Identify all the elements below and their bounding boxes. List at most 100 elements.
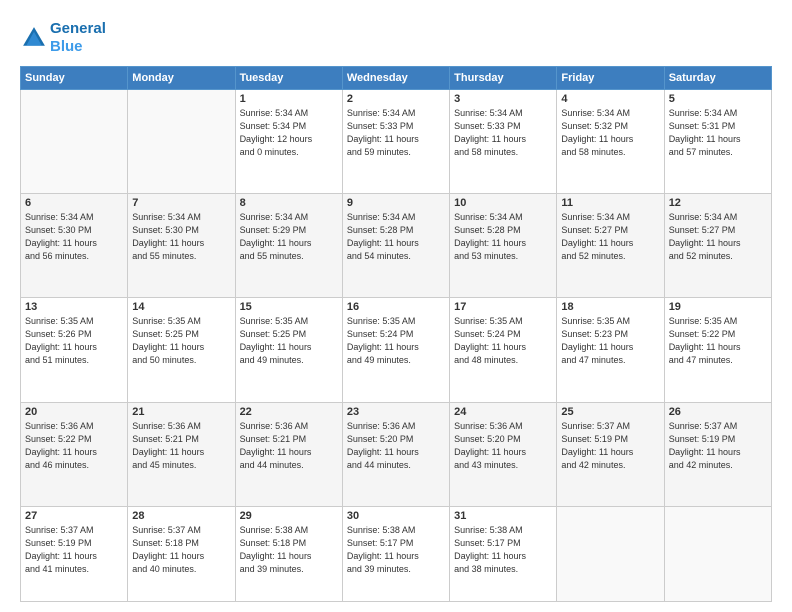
calendar-cell: 23 Sunrise: 5:36 AM Sunset: 5:20 PM Dayli… [342,402,449,506]
calendar-week-row: 13 Sunrise: 5:35 AM Sunset: 5:26 PM Dayli… [21,298,772,402]
day-number: 29 [240,510,338,522]
day-info: Sunrise: 5:34 AM Sunset: 5:28 PM Dayligh… [347,211,445,263]
day-info: Sunrise: 5:36 AM Sunset: 5:21 PM Dayligh… [132,420,230,472]
day-number: 3 [454,93,552,105]
page: General Blue SundayMondayTuesdayWednesda… [0,0,792,612]
calendar-cell: 30 Sunrise: 5:38 AM Sunset: 5:17 PM Dayli… [342,506,449,601]
calendar-cell: 10 Sunrise: 5:34 AM Sunset: 5:28 PM Dayli… [450,194,557,298]
day-info: Sunrise: 5:34 AM Sunset: 5:29 PM Dayligh… [240,211,338,263]
calendar-table: SundayMondayTuesdayWednesdayThursdayFrid… [20,66,772,602]
day-number: 22 [240,406,338,418]
col-header-wednesday: Wednesday [342,67,449,90]
calendar-cell [128,90,235,194]
calendar-cell: 8 Sunrise: 5:34 AM Sunset: 5:29 PM Daylig… [235,194,342,298]
day-number: 30 [347,510,445,522]
calendar-cell [21,90,128,194]
day-info: Sunrise: 5:35 AM Sunset: 5:24 PM Dayligh… [454,315,552,367]
day-number: 10 [454,197,552,209]
day-number: 12 [669,197,767,209]
day-number: 25 [561,406,659,418]
calendar-cell: 18 Sunrise: 5:35 AM Sunset: 5:23 PM Dayli… [557,298,664,402]
day-number: 6 [25,197,123,209]
day-number: 18 [561,301,659,313]
day-info: Sunrise: 5:34 AM Sunset: 5:27 PM Dayligh… [561,211,659,263]
day-number: 19 [669,301,767,313]
calendar-cell: 1 Sunrise: 5:34 AM Sunset: 5:34 PM Daylig… [235,90,342,194]
calendar-week-row: 1 Sunrise: 5:34 AM Sunset: 5:34 PM Daylig… [21,90,772,194]
day-info: Sunrise: 5:34 AM Sunset: 5:28 PM Dayligh… [454,211,552,263]
day-info: Sunrise: 5:36 AM Sunset: 5:20 PM Dayligh… [454,420,552,472]
calendar-cell [557,506,664,601]
calendar-week-row: 20 Sunrise: 5:36 AM Sunset: 5:22 PM Dayli… [21,402,772,506]
day-info: Sunrise: 5:38 AM Sunset: 5:17 PM Dayligh… [454,524,552,576]
day-info: Sunrise: 5:34 AM Sunset: 5:31 PM Dayligh… [669,107,767,159]
calendar-cell: 4 Sunrise: 5:34 AM Sunset: 5:32 PM Daylig… [557,90,664,194]
day-number: 15 [240,301,338,313]
day-info: Sunrise: 5:37 AM Sunset: 5:18 PM Dayligh… [132,524,230,576]
day-number: 23 [347,406,445,418]
day-number: 13 [25,301,123,313]
day-number: 27 [25,510,123,522]
day-info: Sunrise: 5:35 AM Sunset: 5:25 PM Dayligh… [132,315,230,367]
day-info: Sunrise: 5:34 AM Sunset: 5:32 PM Dayligh… [561,107,659,159]
calendar-cell: 31 Sunrise: 5:38 AM Sunset: 5:17 PM Dayli… [450,506,557,601]
day-number: 31 [454,510,552,522]
calendar-cell: 3 Sunrise: 5:34 AM Sunset: 5:33 PM Daylig… [450,90,557,194]
logo: General Blue [20,20,106,56]
day-number: 26 [669,406,767,418]
day-number: 28 [132,510,230,522]
calendar-cell: 2 Sunrise: 5:34 AM Sunset: 5:33 PM Daylig… [342,90,449,194]
calendar-cell: 6 Sunrise: 5:34 AM Sunset: 5:30 PM Daylig… [21,194,128,298]
day-info: Sunrise: 5:34 AM Sunset: 5:30 PM Dayligh… [25,211,123,263]
day-info: Sunrise: 5:35 AM Sunset: 5:23 PM Dayligh… [561,315,659,367]
day-number: 24 [454,406,552,418]
day-info: Sunrise: 5:38 AM Sunset: 5:17 PM Dayligh… [347,524,445,576]
calendar-cell: 26 Sunrise: 5:37 AM Sunset: 5:19 PM Dayli… [664,402,771,506]
day-info: Sunrise: 5:34 AM Sunset: 5:34 PM Dayligh… [240,107,338,159]
day-number: 16 [347,301,445,313]
calendar-cell: 11 Sunrise: 5:34 AM Sunset: 5:27 PM Dayli… [557,194,664,298]
day-number: 1 [240,93,338,105]
calendar-cell: 29Sunrise: 5:38 AM Sunset: 5:18 PM Dayli… [235,506,342,601]
calendar-cell: 27Sunrise: 5:37 AM Sunset: 5:19 PM Dayli… [21,506,128,601]
logo-icon [20,24,48,52]
day-info: Sunrise: 5:36 AM Sunset: 5:20 PM Dayligh… [347,420,445,472]
day-number: 20 [25,406,123,418]
calendar-cell [664,506,771,601]
col-header-saturday: Saturday [664,67,771,90]
calendar-cell: 28 Sunrise: 5:37 AM Sunset: 5:18 PM Dayli… [128,506,235,601]
day-number: 11 [561,197,659,209]
calendar-week-row: 27Sunrise: 5:37 AM Sunset: 5:19 PM Dayli… [21,506,772,601]
day-info: Sunrise: 5:35 AM Sunset: 5:25 PM Dayligh… [240,315,338,367]
header: General Blue [20,16,772,56]
calendar-cell: 13 Sunrise: 5:35 AM Sunset: 5:26 PM Dayli… [21,298,128,402]
day-info: Sunrise: 5:34 AM Sunset: 5:30 PM Dayligh… [132,211,230,263]
day-number: 2 [347,93,445,105]
day-info: Sunrise: 5:34 AM Sunset: 5:33 PM Dayligh… [347,107,445,159]
day-number: 9 [347,197,445,209]
col-header-monday: Monday [128,67,235,90]
calendar-cell: 14 Sunrise: 5:35 AM Sunset: 5:25 PM Dayli… [128,298,235,402]
day-number: 4 [561,93,659,105]
col-header-sunday: Sunday [21,67,128,90]
day-number: 7 [132,197,230,209]
day-info: Sunrise: 5:35 AM Sunset: 5:22 PM Dayligh… [669,315,767,367]
col-header-friday: Friday [557,67,664,90]
col-header-thursday: Thursday [450,67,557,90]
calendar-cell: 12 Sunrise: 5:34 AM Sunset: 5:27 PM Dayli… [664,194,771,298]
calendar-cell: 9 Sunrise: 5:34 AM Sunset: 5:28 PM Daylig… [342,194,449,298]
calendar-cell: 16Sunrise: 5:35 AM Sunset: 5:24 PM Dayli… [342,298,449,402]
calendar-cell: 24 Sunrise: 5:36 AM Sunset: 5:20 PM Dayli… [450,402,557,506]
logo-text: General Blue [50,20,106,56]
calendar-cell: 25Sunrise: 5:37 AM Sunset: 5:19 PM Dayli… [557,402,664,506]
calendar-cell: 7 Sunrise: 5:34 AM Sunset: 5:30 PM Daylig… [128,194,235,298]
day-info: Sunrise: 5:34 AM Sunset: 5:33 PM Dayligh… [454,107,552,159]
day-info: Sunrise: 5:37 AM Sunset: 5:19 PM Dayligh… [669,420,767,472]
day-number: 8 [240,197,338,209]
day-info: Sunrise: 5:34 AM Sunset: 5:27 PM Dayligh… [669,211,767,263]
col-header-tuesday: Tuesday [235,67,342,90]
day-info: Sunrise: 5:36 AM Sunset: 5:22 PM Dayligh… [25,420,123,472]
day-number: 21 [132,406,230,418]
day-info: Sunrise: 5:35 AM Sunset: 5:26 PM Dayligh… [25,315,123,367]
day-number: 14 [132,301,230,313]
